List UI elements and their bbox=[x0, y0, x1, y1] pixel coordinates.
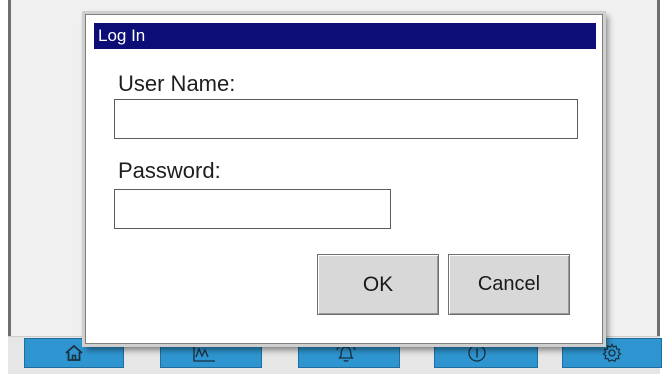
home-icon bbox=[64, 344, 84, 362]
login-dialog: Log In User Name: Password: OK Cancel bbox=[85, 14, 603, 344]
hmi-screen: Log In User Name: Password: OK Cancel bbox=[0, 0, 668, 379]
alarm-bell-icon bbox=[335, 343, 357, 363]
ok-button-label: OK bbox=[362, 272, 394, 296]
dialog-title: Log In bbox=[94, 23, 596, 49]
ok-button[interactable]: OK bbox=[317, 254, 439, 315]
trend-chart-icon bbox=[191, 343, 217, 363]
password-input[interactable] bbox=[114, 189, 391, 229]
info-icon bbox=[467, 343, 487, 363]
cancel-button[interactable]: Cancel bbox=[448, 254, 570, 315]
password-label: Password: bbox=[118, 158, 221, 183]
settings-gear-icon bbox=[602, 343, 622, 363]
cancel-button-label: Cancel bbox=[477, 273, 541, 295]
username-label: User Name: bbox=[118, 71, 236, 96]
username-input[interactable] bbox=[114, 99, 578, 139]
